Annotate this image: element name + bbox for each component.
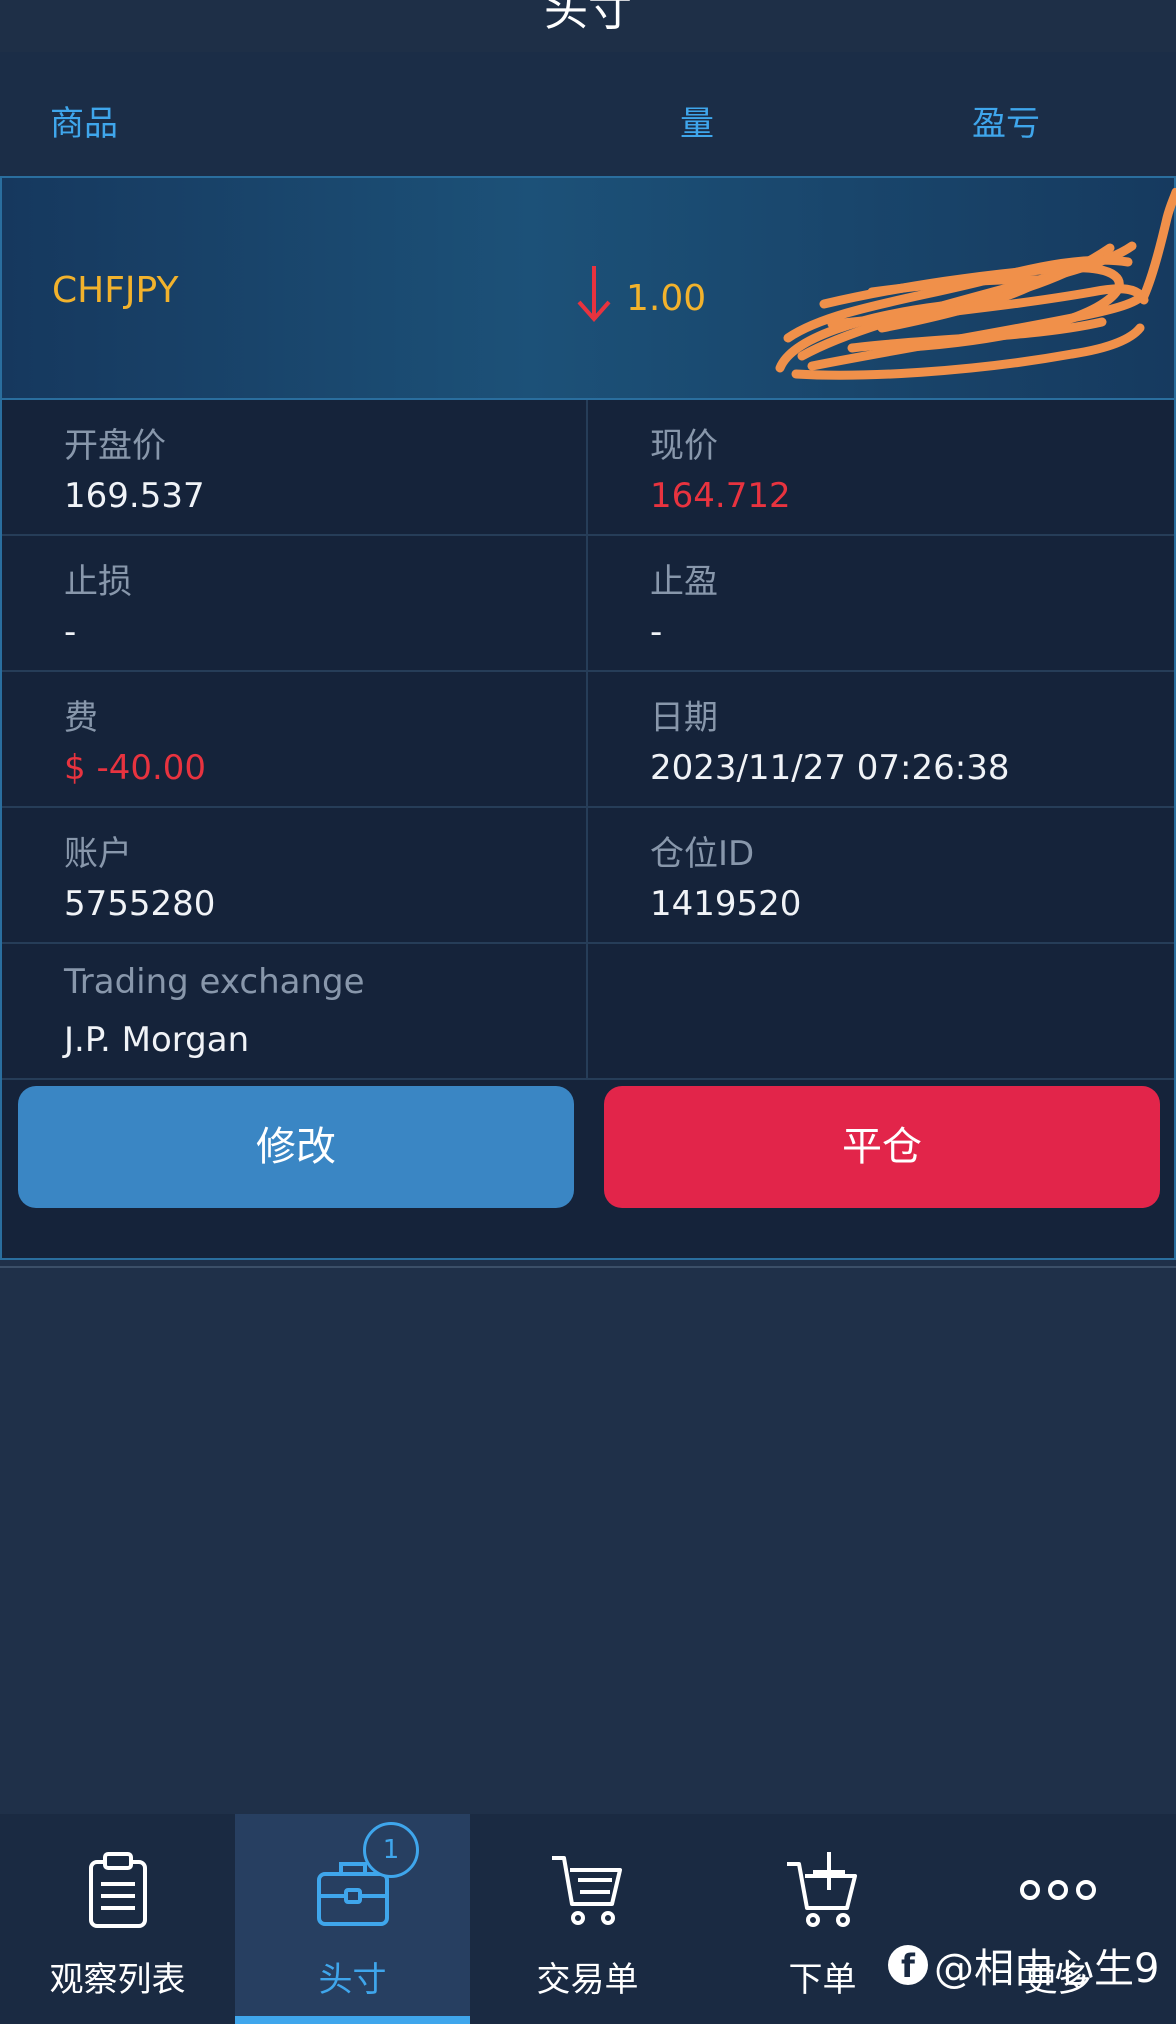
more-dots-icon xyxy=(940,1850,1175,1940)
open-price-value: 169.537 xyxy=(64,476,205,516)
stop-loss-label: 止损 xyxy=(64,562,132,602)
tab-label: 头寸 xyxy=(318,1960,387,2000)
tab-label: 观察列表 xyxy=(49,1960,186,2000)
date-cell: 日期 2023/11/27 07:26:38 xyxy=(588,672,1174,806)
tab-watchlist[interactable]: 观察列表 xyxy=(0,1814,235,2024)
stop-loss-cell: 止损 - xyxy=(2,536,588,670)
position-id-value: 1419520 xyxy=(650,884,802,924)
title-bar: 头寸 xyxy=(0,0,1176,52)
modify-button[interactable]: 修改 xyxy=(18,1086,574,1208)
take-profit-value: - xyxy=(650,612,663,652)
current-price-value: 164.712 xyxy=(650,476,791,516)
tab-positions[interactable]: 1 头寸 xyxy=(235,1814,470,2024)
briefcase-icon xyxy=(235,1850,470,1940)
take-profit-label: 止盈 xyxy=(650,562,718,602)
position-details: 开盘价 169.537 现价 164.712 止损 - 止盈 - 费 $ -40… xyxy=(2,400,1174,1080)
cart-plus-icon xyxy=(705,1850,940,1940)
detail-row: 止损 - 止盈 - xyxy=(2,536,1174,672)
fee-value: $ -40.00 xyxy=(64,748,207,788)
account-value: 5755280 xyxy=(64,884,216,924)
arrow-down-icon xyxy=(574,262,614,328)
position-actions: 修改 平仓 xyxy=(2,1080,1174,1260)
position-symbol: CHFJPY xyxy=(52,270,179,311)
positions-count-badge: 1 xyxy=(363,1822,419,1878)
current-price-cell: 现价 164.712 xyxy=(588,400,1174,534)
date-label: 日期 xyxy=(650,698,718,738)
column-volume[interactable]: 量 xyxy=(680,96,714,145)
cart-list-icon xyxy=(470,1850,705,1940)
position-id-label: 仓位ID xyxy=(650,834,755,874)
column-header: 商品 量 盈亏 xyxy=(0,52,1176,176)
redaction-scribble xyxy=(772,187,1176,392)
divider xyxy=(0,1266,1176,1268)
detail-row: 开盘价 169.537 现价 164.712 xyxy=(2,400,1174,536)
open-price-cell: 开盘价 169.537 xyxy=(2,400,588,534)
watermark: f @相由心生9 xyxy=(888,1936,1159,1994)
watermark-text: @相由心生9 xyxy=(934,1946,1160,1992)
positions-screen: 头寸 商品 量 盈亏 CHFJPY 1.00 开盘价 169.537 现价 16… xyxy=(0,0,1176,2024)
empty-cell xyxy=(588,944,1174,1078)
fee-label: 费 xyxy=(64,698,98,738)
position-card: CHFJPY 1.00 开盘价 169.537 现价 164.712 止损 - … xyxy=(0,176,1176,1260)
tab-orders[interactable]: 交易单 xyxy=(470,1814,705,2024)
column-pnl[interactable]: 盈亏 xyxy=(972,96,1040,145)
clipboard-icon xyxy=(0,1850,235,1940)
open-price-label: 开盘价 xyxy=(64,426,166,466)
exchange-label: Trading exchange xyxy=(64,962,365,1002)
account-label: 账户 xyxy=(64,834,132,874)
exchange-cell: Trading exchange J.P. Morgan xyxy=(2,944,588,1078)
date-value: 2023/11/27 07:26:38 xyxy=(650,748,1010,788)
page-title: 头寸 xyxy=(544,0,632,36)
column-product[interactable]: 商品 xyxy=(50,96,118,145)
current-price-label: 现价 xyxy=(650,426,718,466)
detail-row: Trading exchange J.P. Morgan xyxy=(2,944,1174,1080)
position-volume: 1.00 xyxy=(626,278,707,319)
detail-row: 账户 5755280 仓位ID 1419520 xyxy=(2,808,1174,944)
position-summary-row[interactable]: CHFJPY 1.00 xyxy=(2,178,1176,400)
position-id-cell: 仓位ID 1419520 xyxy=(588,808,1174,942)
facebook-logo-icon: f xyxy=(888,1945,928,1985)
take-profit-cell: 止盈 - xyxy=(588,536,1174,670)
tab-label: 交易单 xyxy=(536,1960,639,2000)
close-position-button[interactable]: 平仓 xyxy=(604,1086,1160,1208)
fee-cell: 费 $ -40.00 xyxy=(2,672,588,806)
exchange-value: J.P. Morgan xyxy=(64,1020,250,1060)
detail-row: 费 $ -40.00 日期 2023/11/27 07:26:38 xyxy=(2,672,1174,808)
account-cell: 账户 5755280 xyxy=(2,808,588,942)
stop-loss-value: - xyxy=(64,612,77,652)
